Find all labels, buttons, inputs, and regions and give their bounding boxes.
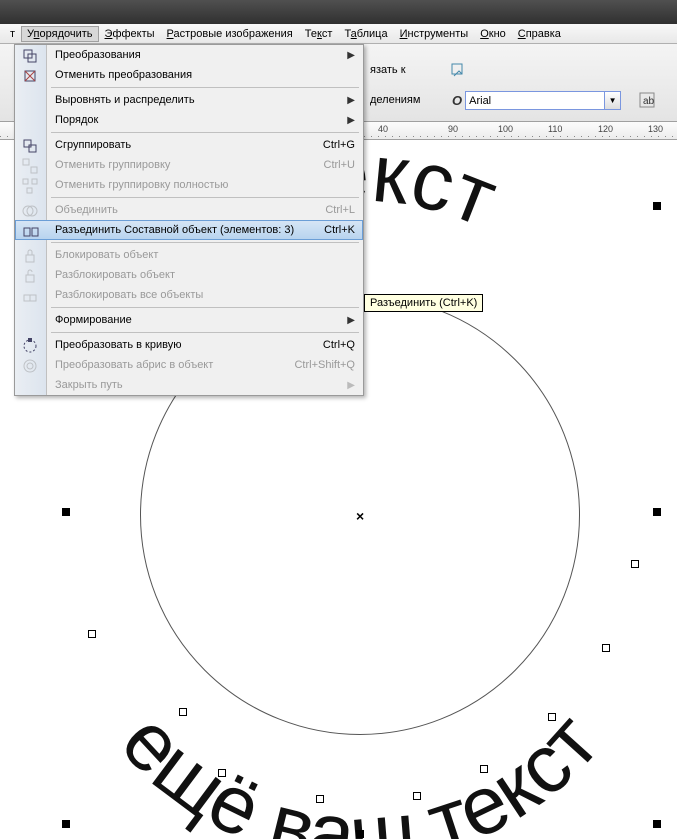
menu-window[interactable]: Окно bbox=[474, 26, 512, 42]
menu-order[interactable]: Порядок▶ bbox=[15, 110, 363, 130]
tooltip: Разъединить (Ctrl+K) bbox=[364, 294, 483, 312]
group-icon bbox=[21, 137, 39, 155]
snap-to-label: язать к bbox=[370, 64, 406, 76]
center-marker: × bbox=[356, 508, 364, 524]
menu-bitmaps[interactable]: Растровые изображения bbox=[161, 26, 299, 42]
menu-table[interactable]: Таблица bbox=[338, 26, 393, 42]
text-node-handle[interactable] bbox=[548, 713, 556, 721]
combine-icon bbox=[21, 202, 39, 220]
selection-handle[interactable] bbox=[653, 202, 661, 210]
ungroup-icon bbox=[21, 157, 39, 175]
menu-partial[interactable]: т bbox=[4, 26, 21, 42]
menu-combine: ОбъединитьCtrl+L bbox=[15, 200, 363, 220]
snap-dropdown-icon[interactable] bbox=[450, 61, 468, 79]
selection-handle[interactable] bbox=[356, 830, 364, 838]
arrange-menu-dropdown: Преобразования▶ Отменить преобразования … bbox=[14, 44, 364, 396]
text-node-handle[interactable] bbox=[179, 708, 187, 716]
outline-to-obj-icon bbox=[21, 357, 39, 375]
unlock-icon bbox=[21, 267, 39, 285]
svg-text:ab: ab bbox=[643, 96, 655, 107]
selection-handle[interactable] bbox=[653, 820, 661, 828]
menu-effects[interactable]: Эффекты bbox=[99, 26, 161, 42]
title-bar bbox=[0, 0, 677, 24]
unlock-all-icon bbox=[21, 287, 39, 305]
menu-break-apart[interactable]: Разъединить Составной объект (элементов:… bbox=[15, 220, 363, 240]
text-node-handle[interactable] bbox=[480, 765, 488, 773]
menu-lock: Блокировать объект bbox=[15, 245, 363, 265]
clear-transform-icon bbox=[21, 67, 39, 85]
menu-bar: т Упорядочить Эффекты Растровые изображе… bbox=[0, 24, 677, 44]
menu-outline-to-obj: Преобразовать абрис в объектCtrl+Shift+Q bbox=[15, 355, 363, 375]
menu-transform[interactable]: Преобразования▶ bbox=[15, 45, 363, 65]
font-dropdown-button[interactable]: ▼ bbox=[605, 91, 621, 110]
menu-align[interactable]: Выровнять и распределить▶ bbox=[15, 90, 363, 110]
menu-shaping[interactable]: Формирование▶ bbox=[15, 310, 363, 330]
menu-ungroup: Отменить группировкуCtrl+U bbox=[15, 155, 363, 175]
menu-close-path: Закрыть путь▶ bbox=[15, 375, 363, 395]
font-name-combo[interactable]: O ▼ bbox=[452, 91, 621, 110]
ungroup-all-icon bbox=[21, 177, 39, 195]
edit-text-icon[interactable]: ab bbox=[638, 91, 656, 109]
text-node-handle[interactable] bbox=[88, 630, 96, 638]
text-node-handle[interactable] bbox=[631, 560, 639, 568]
to-curves-icon bbox=[21, 337, 39, 355]
menu-arrange[interactable]: Упорядочить bbox=[21, 26, 98, 42]
lock-icon bbox=[21, 247, 39, 265]
text-node-handle[interactable] bbox=[218, 769, 226, 777]
transform-icon bbox=[21, 47, 39, 65]
menu-unlock: Разблокировать объект bbox=[15, 265, 363, 285]
text-node-handle[interactable] bbox=[602, 644, 610, 652]
menu-to-curves[interactable]: Преобразовать в кривуюCtrl+Q bbox=[15, 335, 363, 355]
font-name-input[interactable] bbox=[465, 91, 605, 110]
menu-unlock-all: Разблокировать все объекты bbox=[15, 285, 363, 305]
menu-tools[interactable]: Инструменты bbox=[394, 26, 475, 42]
menu-clear-transform[interactable]: Отменить преобразования bbox=[15, 65, 363, 85]
menu-group[interactable]: СгруппироватьCtrl+G bbox=[15, 135, 363, 155]
text-node-handle[interactable] bbox=[413, 792, 421, 800]
selection-handle[interactable] bbox=[653, 508, 661, 516]
selection-handle[interactable] bbox=[62, 820, 70, 828]
menu-ungroup-all: Отменить группировку полностью bbox=[15, 175, 363, 195]
break-apart-icon bbox=[22, 223, 40, 241]
selection-handle[interactable] bbox=[62, 508, 70, 516]
text-node-handle[interactable] bbox=[316, 795, 324, 803]
selection-label: делениям bbox=[370, 94, 420, 106]
menu-help[interactable]: Справка bbox=[512, 26, 567, 42]
menu-text[interactable]: Текст bbox=[299, 26, 339, 42]
font-o-icon: O bbox=[452, 93, 462, 108]
